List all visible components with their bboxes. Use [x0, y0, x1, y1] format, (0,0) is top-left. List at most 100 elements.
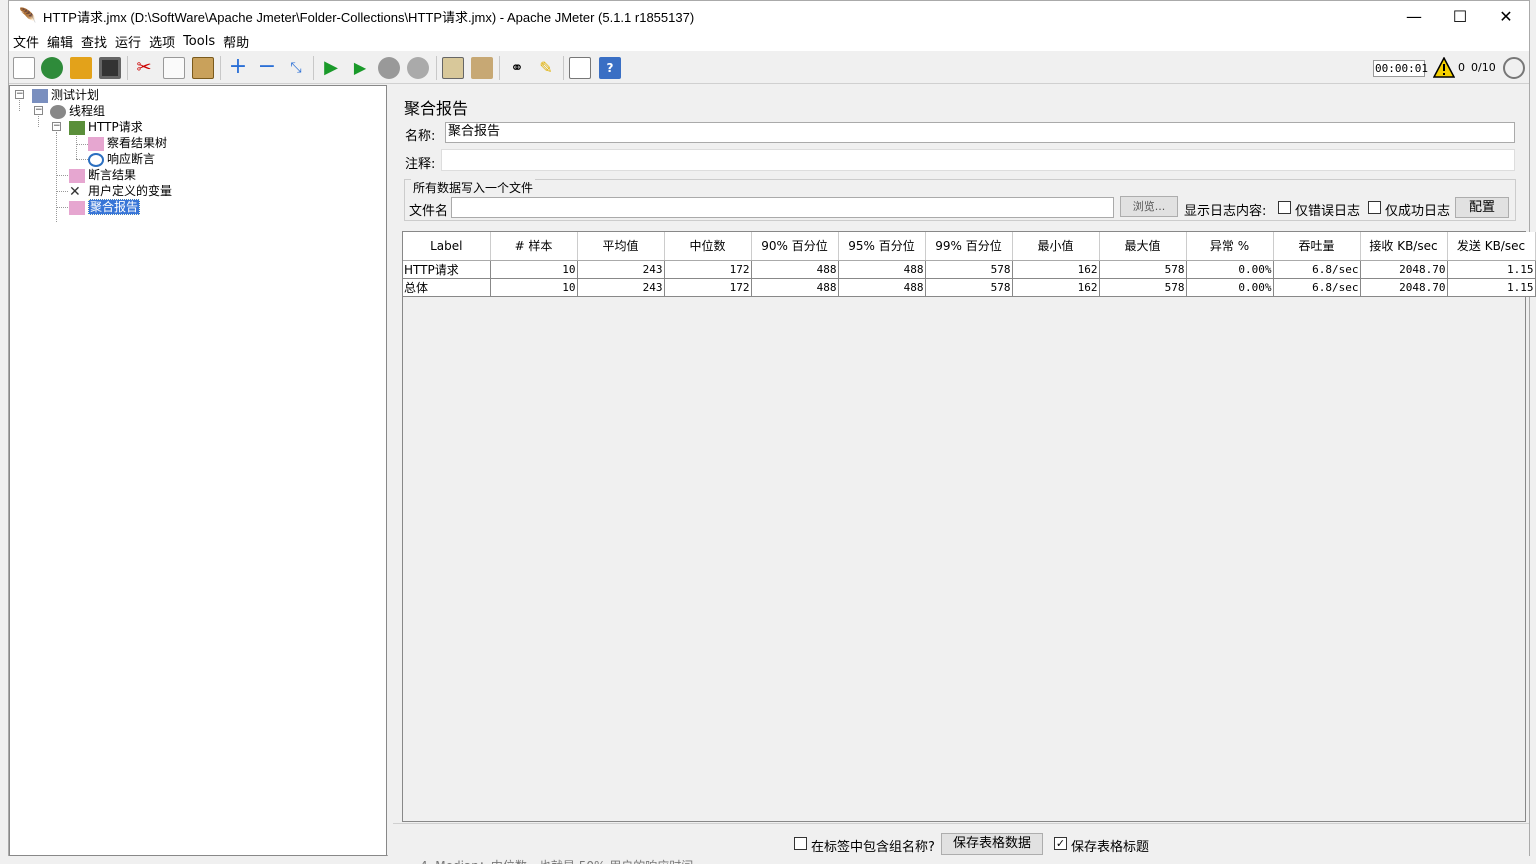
new-icon[interactable] [13, 57, 35, 79]
expand-icon[interactable]: + [227, 56, 249, 79]
clear-icon[interactable] [442, 57, 464, 79]
filename-field[interactable] [451, 197, 1114, 218]
tree-line [76, 132, 77, 159]
toolbar-separator [436, 56, 437, 80]
paste-icon[interactable] [192, 57, 214, 79]
tree-node-aggregate-report[interactable]: 聚合报告 [69, 199, 141, 215]
column-header[interactable]: 95% 百分位 [838, 232, 926, 261]
column-header[interactable]: 99% 百分位 [925, 232, 1013, 261]
shutdown-icon[interactable] [407, 57, 429, 79]
bottom-bar: 在标签中包含组名称? 保存表格数据 ✓ 保存表格标题 [393, 823, 1529, 856]
table-cell: 172 [664, 260, 752, 279]
listener-icon [88, 136, 104, 151]
gear-icon [50, 104, 66, 119]
menu-help[interactable]: 帮助 [223, 32, 249, 51]
results-table[interactable]: Label # 样本 平均值 中位数 90% 百分位 95% 百分位 99% 百… [403, 232, 1536, 297]
column-header[interactable]: 最大值 [1099, 232, 1187, 261]
table-cell: 578 [1099, 278, 1187, 297]
column-header[interactable]: 异常 % [1186, 232, 1274, 261]
open-icon[interactable] [70, 57, 92, 79]
comment-field[interactable] [441, 149, 1515, 171]
cut-icon[interactable]: ✂ [133, 57, 155, 79]
menu-tools[interactable]: Tools [183, 34, 215, 49]
table-cell: 488 [751, 260, 839, 279]
collapse-toggle[interactable]: − [15, 90, 24, 99]
column-header[interactable]: 发送 KB/sec [1447, 232, 1536, 261]
help-icon[interactable]: ? [599, 57, 621, 79]
column-header[interactable]: Label [403, 232, 491, 261]
name-field[interactable]: 聚合报告 [445, 122, 1515, 143]
table-cell: HTTP请求 [403, 260, 491, 279]
collapse-icon[interactable]: − [256, 56, 278, 79]
minimize-button[interactable]: — [1391, 1, 1437, 31]
tree-node-view-results-tree[interactable]: 察看结果树 [88, 135, 167, 151]
toolbar-separator [313, 56, 314, 80]
tree-node-response-assertion[interactable]: 响应断言 [88, 151, 155, 167]
table-header-row: Label # 样本 平均值 中位数 90% 百分位 95% 百分位 99% 百… [403, 232, 1536, 261]
browse-button[interactable]: 浏览... [1120, 196, 1178, 217]
table-cell: 488 [838, 260, 926, 279]
function-helper-icon[interactable] [569, 57, 591, 79]
jmeter-feather-icon: 🪶 [19, 8, 37, 24]
collapse-toggle[interactable]: − [34, 106, 43, 115]
menu-options[interactable]: 选项 [149, 32, 175, 51]
menu-run[interactable]: 运行 [115, 32, 141, 51]
column-header[interactable]: 90% 百分位 [751, 232, 839, 261]
reset-search-icon[interactable]: ✎ [535, 57, 557, 79]
tree-line [76, 144, 88, 145]
name-label: 名称: [405, 129, 436, 144]
menu-search[interactable]: 查找 [81, 32, 107, 51]
column-header[interactable]: # 样本 [490, 232, 578, 261]
success-only-label: 仅成功日志 [1385, 204, 1451, 219]
test-plan-icon [32, 88, 48, 103]
search-icon[interactable]: ⚭ [506, 57, 528, 79]
toggle-icon[interactable]: ⤡ [285, 57, 307, 79]
save-table-header-checkbox[interactable]: ✓ [1054, 837, 1067, 850]
magnifier-icon [88, 152, 104, 167]
column-header[interactable]: 平均值 [577, 232, 665, 261]
table-cell: 10 [490, 260, 578, 279]
tree-line [38, 116, 39, 127]
start-icon[interactable]: ▶ [320, 57, 342, 79]
aggregate-report-panel: 聚合报告 名称: 聚合报告 注释: 所有数据写入一个文件 文件名 浏览... 显… [393, 85, 1536, 856]
clear-all-icon[interactable] [471, 57, 493, 79]
column-header[interactable]: 中位数 [664, 232, 752, 261]
results-table-area[interactable]: Label # 样本 平均值 中位数 90% 百分位 95% 百分位 99% 百… [402, 231, 1536, 822]
tree-node-assertion-results[interactable]: 断言结果 [69, 167, 136, 183]
save-icon[interactable] [99, 57, 121, 79]
success-only-checkbox[interactable] [1368, 201, 1381, 214]
tree-node-test-plan[interactable]: 测试计划 [32, 87, 99, 103]
maximize-button[interactable]: ☐ [1437, 1, 1483, 31]
toolbar-separator [220, 56, 221, 80]
tree-node-http-request[interactable]: HTTP请求 [69, 119, 143, 135]
column-header[interactable]: 接收 KB/sec [1360, 232, 1448, 261]
listener-icon [69, 200, 85, 215]
configure-button[interactable]: 配置 [1455, 197, 1509, 218]
table-cell: 6.8/sec [1273, 278, 1361, 297]
include-group-name-checkbox[interactable] [794, 837, 807, 850]
table-cell: 243 [577, 260, 665, 279]
errors-only-checkbox[interactable] [1278, 201, 1291, 214]
warning-icon[interactable] [1433, 57, 1455, 79]
error-count: 0 [1458, 61, 1465, 74]
stop-icon[interactable] [378, 57, 400, 79]
test-plan-tree[interactable]: − − − 测试计划 线程组 HTTP请求 察看结果树 响应断言 断言结果 ✕ 用… [9, 85, 387, 856]
collapse-toggle[interactable]: − [52, 122, 61, 131]
column-header[interactable]: 最小值 [1012, 232, 1100, 261]
close-button[interactable]: ✕ [1483, 1, 1529, 31]
table-row[interactable]: HTTP请求 10 243 172 488 488 578 162 578 0.… [403, 260, 1536, 279]
copy-icon[interactable] [163, 57, 185, 79]
column-header[interactable]: 吞吐量 [1273, 232, 1361, 261]
table-cell: 162 [1012, 260, 1100, 279]
menu-file[interactable]: 文件 [13, 32, 39, 51]
templates-icon[interactable] [41, 57, 63, 79]
start-no-pause-icon[interactable]: ▶ [349, 57, 371, 79]
table-row[interactable]: 总体 10 243 172 488 488 578 162 578 0.00% … [403, 278, 1536, 297]
menu-edit[interactable]: 编辑 [47, 32, 73, 51]
tree-node-thread-group[interactable]: 线程组 [50, 103, 105, 119]
tree-line [19, 100, 20, 111]
table-cell: 172 [664, 278, 752, 297]
table-cell: 488 [751, 278, 839, 297]
save-table-data-button[interactable]: 保存表格数据 [941, 833, 1043, 855]
tree-node-user-defined-variables[interactable]: ✕ 用户定义的变量 [69, 183, 172, 199]
